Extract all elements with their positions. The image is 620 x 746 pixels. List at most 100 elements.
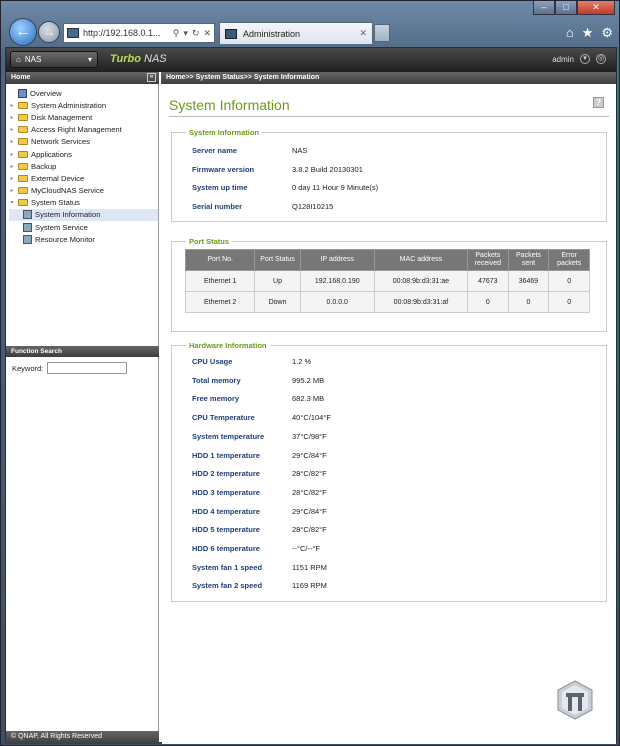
stop-icon[interactable]: ✕ (203, 28, 211, 39)
browser-window: – □ ✕ ← → http://192.168.0.1... ⚲ ▾ ↻ ✕ … (0, 0, 620, 746)
hw-value: 29°C/84°F (292, 506, 327, 516)
sidebar-item-label: System Administration (31, 100, 107, 110)
close-window-button[interactable]: ✕ (577, 1, 615, 15)
port-cell: 192.168.0.190 (299, 270, 375, 292)
header-user-area: admin ▾ ◎ (552, 54, 606, 64)
port-cell: 00:08:9b:d3:31:af (373, 291, 469, 313)
sidebar-item-system-administration[interactable]: ▸ System Administration (9, 99, 158, 111)
folder-icon (18, 187, 28, 195)
page-title: System Information (169, 97, 290, 113)
page-content: ⌂ NAS ▾ Turbo NAS admin ▾ ◎ Home « Home>… (5, 47, 617, 744)
hardware-information-legend: Hardware Information (189, 341, 267, 350)
sidebar-item-label: Applications (31, 149, 72, 159)
sidebar-item-label: Network Services (31, 137, 91, 147)
hw-value: 28°C/82°F (292, 525, 327, 535)
hw-value: --°C/--°F (292, 544, 321, 553)
hw-value: 28°C/82°F (292, 469, 327, 479)
hw-label: HDD 2 temperature (192, 469, 260, 479)
port-cell: Up (254, 270, 301, 292)
port-cell: Ethernet 1 (184, 270, 256, 292)
browser-icons: ⌂ ★ ⚙ (566, 25, 613, 41)
expand-icon[interactable]: ▸ (9, 126, 15, 133)
sidebar-subitem-label: System Service (35, 222, 88, 232)
expand-icon[interactable]: ▸ (9, 114, 15, 121)
globe-icon[interactable]: ◎ (596, 54, 606, 64)
sidebar-item-external-device[interactable]: ▸ External Device (9, 172, 158, 184)
hw-value: 1151 RPM (292, 562, 327, 572)
port-column-header: MAC address (373, 249, 469, 271)
sidebar-item-disk-management[interactable]: ▸ Disk Management (9, 111, 158, 123)
port-cell: Down (254, 291, 301, 313)
sidebar-subitem-system-service[interactable]: System Service (9, 221, 158, 233)
favorites-star-icon[interactable]: ★ (582, 25, 594, 41)
tab-administration[interactable]: Administration ✕ (219, 22, 373, 44)
hw-label: Free memory (192, 394, 240, 404)
gear-icon[interactable]: ⚙ (601, 25, 613, 41)
username: admin (552, 54, 574, 64)
expand-icon[interactable]: ▾ (9, 199, 15, 206)
hw-label: HDD 6 temperature (192, 544, 260, 553)
folder-icon (18, 162, 28, 170)
table-row: Ethernet 2 Down 0.0.0.0 00:08:9b:d3:31:af 0 0… (184, 291, 590, 313)
sidebar-item-network-services[interactable]: ▸ Network Services (9, 136, 158, 148)
new-tab-button[interactable] (374, 24, 390, 42)
nav-tree: Overview ▸ System Administration ▸ Disk Mana… (6, 84, 158, 245)
hw-label: System temperature (192, 431, 265, 441)
back-button[interactable]: ← (9, 18, 37, 46)
port-status-legend: Port Status (189, 237, 230, 246)
help-icon[interactable]: ? (593, 97, 604, 108)
sysinfo-value: 3.8.2 Build 20130301 (292, 164, 363, 174)
folder-icon (18, 174, 28, 182)
sidebar-subitem-label: System Information (35, 210, 101, 220)
hw-value: 682.3 MB (292, 394, 325, 404)
dropdown-icon[interactable]: ▾ (183, 28, 188, 39)
sysinfo-value: Q128I10215 (292, 202, 334, 212)
expand-icon[interactable]: ▸ (9, 151, 15, 158)
hw-label: System fan 2 speed (192, 581, 263, 591)
tab-page-icon (225, 28, 237, 39)
sidebar-home-label: Home (11, 74, 31, 81)
port-cell: 0 (548, 270, 590, 292)
sidebar-item-system-status[interactable]: ▾ System Status (9, 197, 158, 209)
dropdown-arrow-icon: ▾ (87, 55, 92, 64)
port-column-header: Error packets (548, 249, 590, 271)
sidebar-item-access-right-management[interactable]: ▸ Access Right Management (9, 124, 158, 136)
sidebar-item-mycloudnas-service[interactable]: ▸ MyCloudNAS Service (9, 185, 158, 197)
nas-menu-button[interactable]: ⌂ NAS ▾ (10, 51, 98, 68)
sysinfo-value: 0 day 11 Hour 9 Minute(s) (292, 183, 379, 193)
keyword-input[interactable] (47, 362, 128, 374)
expand-icon[interactable]: ▸ (9, 138, 15, 145)
sidebar-subitem-label: Resource Monitor (35, 234, 95, 244)
hw-label: HDD 4 temperature (192, 506, 260, 516)
folder-icon (18, 150, 28, 158)
sysinfo-value: NAS (292, 146, 308, 155)
sidebar-item-label: Backup (31, 161, 57, 171)
expand-icon[interactable]: ▸ (9, 102, 15, 109)
expand-icon[interactable]: ▸ (9, 187, 15, 194)
close-tab-icon[interactable]: ✕ (359, 28, 367, 39)
address-bar[interactable]: http://192.168.0.1... ⚲ ▾ ↻ ✕ (63, 23, 215, 43)
minimize-button[interactable]: – (533, 1, 555, 15)
home-icon[interactable]: ⌂ (566, 25, 574, 41)
port-cell: 47673 (467, 270, 509, 292)
maximize-button[interactable]: □ (555, 1, 577, 15)
expand-icon[interactable]: ▸ (9, 163, 15, 170)
forward-button[interactable]: → (38, 21, 60, 43)
folder-icon (18, 126, 28, 134)
hw-value: 29°C/84°F (292, 450, 327, 460)
sidebar-item-overview[interactable]: Overview (9, 87, 158, 99)
port-status-table: Port No. Port Status IP address MAC address… (184, 249, 590, 313)
refresh-icon[interactable]: ↻ (192, 28, 200, 39)
port-cell: 0.0.0.0 (299, 291, 375, 313)
collapse-icon[interactable]: « (147, 73, 156, 82)
sidebar-subitem-resource-monitor[interactable]: Resource Monitor (9, 233, 158, 245)
search-icon[interactable]: ⚲ (173, 28, 180, 39)
sidebar-item-applications[interactable]: ▸ Applications (9, 148, 158, 160)
user-menu-icon[interactable]: ▾ (580, 54, 590, 64)
sidebar-item-label: Access Right Management (31, 125, 122, 135)
sidebar-item-backup[interactable]: ▸ Backup (9, 160, 158, 172)
address-text[interactable]: http://192.168.0.1... (83, 28, 169, 38)
expand-icon[interactable]: ▸ (9, 175, 15, 182)
sidebar-subitem-system-information[interactable]: System Information (9, 208, 158, 222)
overview-icon (18, 88, 27, 98)
